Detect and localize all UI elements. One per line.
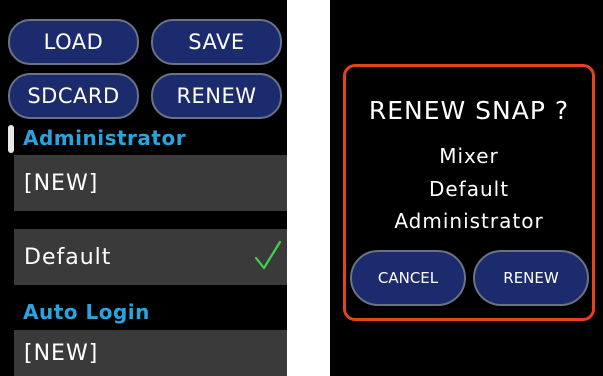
list-item-new[interactable]: [NEW] (14, 155, 287, 211)
list-item-label: Default (24, 244, 112, 270)
dialog-title: RENEW SNAP ? (368, 96, 570, 125)
list-item-label: [NEW] (24, 340, 99, 366)
renew-button[interactable]: RENEW (151, 73, 282, 119)
cancel-button[interactable]: CANCEL (350, 250, 466, 306)
list-item-auto-login-new[interactable]: [NEW] (14, 330, 287, 376)
load-button[interactable]: LOAD (8, 19, 139, 65)
scroll-indicator[interactable] (8, 125, 14, 153)
sdcard-button[interactable]: SDCARD (8, 73, 139, 119)
renew-confirm-screen: RENEW SNAP ? Mixer Default Administrator… (330, 0, 603, 376)
dialog-line-snapshot: Default (428, 177, 510, 201)
confirm-renew-button[interactable]: RENEW (473, 250, 589, 306)
dialog-line-user: Administrator (394, 209, 544, 233)
list-item-label: [NEW] (24, 170, 99, 196)
snapshot-list-screen: LOAD SAVE SDCARD RENEW Administrator [NE… (0, 0, 287, 376)
dialog-line-mixer: Mixer (439, 144, 499, 168)
section-label-administrator: Administrator (23, 126, 187, 150)
checkmark-icon (254, 240, 282, 270)
save-button[interactable]: SAVE (151, 19, 282, 65)
list-item-default[interactable]: Default (14, 229, 287, 285)
renew-snap-dialog: RENEW SNAP ? Mixer Default Administrator… (343, 64, 595, 321)
section-label-auto-login: Auto Login (23, 300, 150, 324)
